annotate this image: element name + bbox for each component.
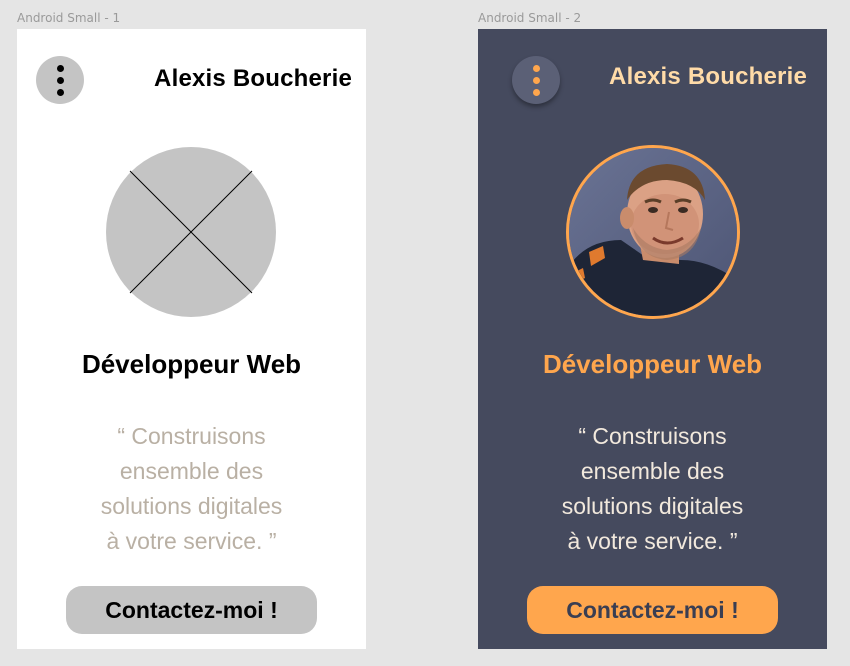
menu-button[interactable] [36,56,84,104]
contact-button[interactable]: Contactez-moi ! [66,586,317,634]
quote-line: solutions digitales [100,493,283,519]
site-title: Alexis Boucherie [609,63,807,90]
quote-line: “ Construisons [117,423,266,449]
image-placeholder-icon [106,147,276,317]
kebab-menu-icon [56,64,64,72]
profile-photo-illustration [569,148,737,316]
quote-line: à votre service. ” [567,528,738,554]
android-frame-wireframe: Alexis Boucherie Développeur Web “ Const… [17,29,366,649]
role-heading: Développeur Web [542,349,763,379]
tagline-quote: “ Construisons ensemble des solutions di… [478,419,827,559]
kebab-dot [56,88,64,96]
site-title: Alexis Boucherie [154,65,352,92]
contact-button[interactable]: Contactez-moi ! [527,586,778,634]
quote-line: ensemble des [580,458,725,484]
kebab-dot [56,76,64,84]
quote-line: “ Construisons [578,423,727,449]
frame-label-2: Android Small - 2 [478,11,582,25]
menu-button[interactable] [512,56,560,104]
tagline-quote: “ Construisons ensemble des solutions di… [17,419,366,559]
profile-photo [566,145,740,319]
quote-line: solutions digitales [561,493,744,519]
kebab-dot [532,88,540,96]
role-heading: Développeur Web [81,349,302,379]
android-frame-styled: Alexis Boucherie Développeur Web “ Const… [478,29,827,649]
kebab-menu-icon [532,64,540,72]
frame-label-1: Android Small - 1 [17,11,121,25]
quote-line: à votre service. ” [106,528,277,554]
quote-line: ensemble des [119,458,264,484]
kebab-dot [532,76,540,84]
